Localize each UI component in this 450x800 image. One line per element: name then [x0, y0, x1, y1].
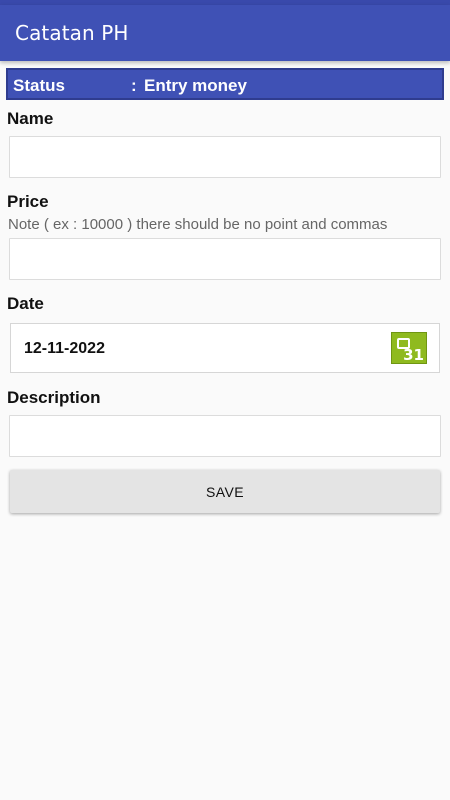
- calendar-icon[interactable]: 31: [391, 332, 427, 364]
- price-note: Note ( ex : 10000 ) there should be no p…: [8, 216, 388, 233]
- calendar-day-number: 31: [403, 346, 424, 364]
- app-title: Catatan PH: [15, 21, 129, 45]
- app-bar: Catatan PH: [0, 5, 450, 61]
- description-field[interactable]: [9, 415, 441, 457]
- status-value: Entry money: [144, 76, 247, 95]
- name-label: Name: [7, 109, 54, 128]
- date-value: 12-11-2022: [24, 340, 105, 357]
- price-label: Price: [7, 192, 49, 211]
- date-label: Date: [7, 294, 44, 313]
- price-field[interactable]: [9, 238, 441, 280]
- save-button[interactable]: SAVE: [10, 470, 440, 513]
- name-field[interactable]: [9, 136, 441, 178]
- status-label: Status: [13, 76, 65, 95]
- date-field[interactable]: 12-11-2022 31: [10, 323, 440, 373]
- status-banner: Status : Entry money: [6, 68, 444, 100]
- description-label: Description: [7, 388, 101, 407]
- status-separator: :: [131, 76, 137, 95]
